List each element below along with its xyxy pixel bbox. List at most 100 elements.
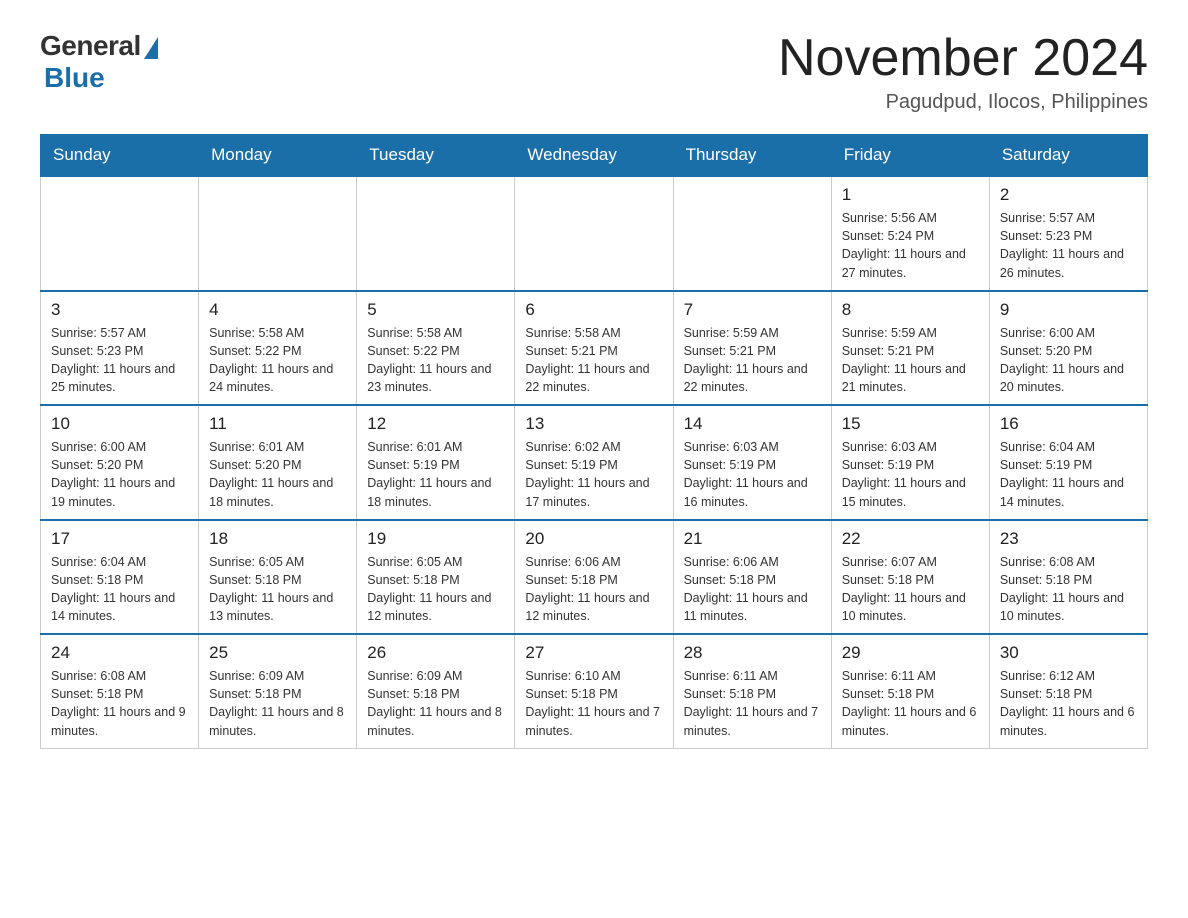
logo: General Blue: [40, 30, 158, 94]
day-info: Sunrise: 6:00 AM Sunset: 5:20 PM Dayligh…: [1000, 324, 1137, 397]
day-info: Sunrise: 5:59 AM Sunset: 5:21 PM Dayligh…: [842, 324, 979, 397]
day-number: 19: [367, 529, 504, 549]
calendar-cell: 7 Sunrise: 5:59 AM Sunset: 5:21 PM Daylig…: [673, 291, 831, 406]
calendar-day-header: Saturday: [989, 135, 1147, 177]
day-number: 22: [842, 529, 979, 549]
day-info: Sunrise: 6:05 AM Sunset: 5:18 PM Dayligh…: [367, 553, 504, 626]
calendar-cell: 14Sunrise: 6:03 AM Sunset: 5:19 PM Dayli…: [673, 405, 831, 520]
calendar-cell: 1 Sunrise: 5:56 AM Sunset: 5:24 PM Daylig…: [831, 176, 989, 291]
day-number: 26: [367, 643, 504, 663]
page-header: General Blue November 2024 Pagudpud, Ilo…: [40, 30, 1148, 114]
day-number: 14: [684, 414, 821, 434]
day-number: 7: [684, 300, 821, 320]
calendar-cell: 12 Sunrise: 6:01 AM Sunset: 5:19 PM Dayli…: [357, 405, 515, 520]
calendar-cell: 22 Sunrise: 6:07 AM Sunset: 5:18 PM Dayli…: [831, 520, 989, 635]
day-number: 29: [842, 643, 979, 663]
calendar-cell: 16 Sunrise: 6:04 AM Sunset: 5:19 PM Dayli…: [989, 405, 1147, 520]
calendar-cell: 17 Sunrise: 6:04 AM Sunset: 5:18 PM Dayli…: [41, 520, 199, 635]
calendar-cell: 27 Sunrise: 6:10 AM Sunset: 5:18 PM Dayli…: [515, 634, 673, 748]
calendar-cell: 10Sunrise: 6:00 AM Sunset: 5:20 PM Dayli…: [41, 405, 199, 520]
logo-blue-text: Blue: [44, 62, 105, 94]
calendar-cell: [357, 176, 515, 291]
day-info: Sunrise: 5:57 AM Sunset: 5:23 PM Dayligh…: [1000, 209, 1137, 282]
calendar-day-header: Sunday: [41, 135, 199, 177]
day-info: Sunrise: 6:08 AM Sunset: 5:18 PM Dayligh…: [1000, 553, 1137, 626]
calendar-cell: 23Sunrise: 6:08 AM Sunset: 5:18 PM Dayli…: [989, 520, 1147, 635]
day-number: 1: [842, 185, 979, 205]
day-info: Sunrise: 5:58 AM Sunset: 5:22 PM Dayligh…: [209, 324, 346, 397]
day-info: Sunrise: 6:08 AM Sunset: 5:18 PM Dayligh…: [51, 667, 188, 740]
day-info: Sunrise: 5:59 AM Sunset: 5:21 PM Dayligh…: [684, 324, 821, 397]
day-info: Sunrise: 5:56 AM Sunset: 5:24 PM Dayligh…: [842, 209, 979, 282]
calendar-cell: 11 Sunrise: 6:01 AM Sunset: 5:20 PM Dayli…: [199, 405, 357, 520]
day-info: Sunrise: 6:04 AM Sunset: 5:18 PM Dayligh…: [51, 553, 188, 626]
title-block: November 2024 Pagudpud, Ilocos, Philippi…: [778, 30, 1148, 114]
day-number: 13: [525, 414, 662, 434]
calendar-cell: 6 Sunrise: 5:58 AM Sunset: 5:21 PM Daylig…: [515, 291, 673, 406]
day-info: Sunrise: 6:10 AM Sunset: 5:18 PM Dayligh…: [525, 667, 662, 740]
day-info: Sunrise: 6:09 AM Sunset: 5:18 PM Dayligh…: [367, 667, 504, 740]
day-info: Sunrise: 5:58 AM Sunset: 5:21 PM Dayligh…: [525, 324, 662, 397]
day-info: Sunrise: 6:12 AM Sunset: 5:18 PM Dayligh…: [1000, 667, 1137, 740]
day-number: 16: [1000, 414, 1137, 434]
calendar-cell: 2Sunrise: 5:57 AM Sunset: 5:23 PM Daylig…: [989, 176, 1147, 291]
calendar-cell: [673, 176, 831, 291]
week-row: 1 Sunrise: 5:56 AM Sunset: 5:24 PM Daylig…: [41, 176, 1148, 291]
day-number: 4: [209, 300, 346, 320]
calendar-cell: 24 Sunrise: 6:08 AM Sunset: 5:18 PM Dayli…: [41, 634, 199, 748]
day-info: Sunrise: 6:07 AM Sunset: 5:18 PM Dayligh…: [842, 553, 979, 626]
day-info: Sunrise: 6:01 AM Sunset: 5:20 PM Dayligh…: [209, 438, 346, 511]
day-number: 20: [525, 529, 662, 549]
day-number: 5: [367, 300, 504, 320]
calendar-table: SundayMondayTuesdayWednesdayThursdayFrid…: [40, 134, 1148, 749]
logo-triangle-icon: [144, 37, 158, 59]
calendar-cell: 30Sunrise: 6:12 AM Sunset: 5:18 PM Dayli…: [989, 634, 1147, 748]
day-number: 12: [367, 414, 504, 434]
logo-general-text: General: [40, 30, 141, 62]
calendar-cell: 15 Sunrise: 6:03 AM Sunset: 5:19 PM Dayli…: [831, 405, 989, 520]
day-info: Sunrise: 6:00 AM Sunset: 5:20 PM Dayligh…: [51, 438, 188, 511]
calendar-cell: [199, 176, 357, 291]
day-number: 17: [51, 529, 188, 549]
day-number: 3: [51, 300, 188, 320]
calendar-day-header: Thursday: [673, 135, 831, 177]
day-info: Sunrise: 6:09 AM Sunset: 5:18 PM Dayligh…: [209, 667, 346, 740]
week-row: 24 Sunrise: 6:08 AM Sunset: 5:18 PM Dayli…: [41, 634, 1148, 748]
day-info: Sunrise: 6:11 AM Sunset: 5:18 PM Dayligh…: [842, 667, 979, 740]
calendar-cell: 4 Sunrise: 5:58 AM Sunset: 5:22 PM Daylig…: [199, 291, 357, 406]
day-info: Sunrise: 6:04 AM Sunset: 5:19 PM Dayligh…: [1000, 438, 1137, 511]
calendar-cell: 20 Sunrise: 6:06 AM Sunset: 5:18 PM Dayli…: [515, 520, 673, 635]
day-number: 15: [842, 414, 979, 434]
calendar-cell: 8 Sunrise: 5:59 AM Sunset: 5:21 PM Daylig…: [831, 291, 989, 406]
calendar-cell: [41, 176, 199, 291]
calendar-cell: 29 Sunrise: 6:11 AM Sunset: 5:18 PM Dayli…: [831, 634, 989, 748]
day-number: 11: [209, 414, 346, 434]
day-info: Sunrise: 6:05 AM Sunset: 5:18 PM Dayligh…: [209, 553, 346, 626]
day-number: 21: [684, 529, 821, 549]
day-number: 24: [51, 643, 188, 663]
calendar-cell: 3 Sunrise: 5:57 AM Sunset: 5:23 PM Daylig…: [41, 291, 199, 406]
calendar-cell: 28Sunrise: 6:11 AM Sunset: 5:18 PM Dayli…: [673, 634, 831, 748]
calendar-cell: 21Sunrise: 6:06 AM Sunset: 5:18 PM Dayli…: [673, 520, 831, 635]
day-info: Sunrise: 5:58 AM Sunset: 5:22 PM Dayligh…: [367, 324, 504, 397]
day-number: 6: [525, 300, 662, 320]
day-info: Sunrise: 5:57 AM Sunset: 5:23 PM Dayligh…: [51, 324, 188, 397]
calendar-cell: 25Sunrise: 6:09 AM Sunset: 5:18 PM Dayli…: [199, 634, 357, 748]
day-info: Sunrise: 6:03 AM Sunset: 5:19 PM Dayligh…: [842, 438, 979, 511]
calendar-day-header: Tuesday: [357, 135, 515, 177]
day-number: 8: [842, 300, 979, 320]
day-number: 18: [209, 529, 346, 549]
location-subtitle: Pagudpud, Ilocos, Philippines: [778, 91, 1148, 114]
day-info: Sunrise: 6:02 AM Sunset: 5:19 PM Dayligh…: [525, 438, 662, 511]
calendar-cell: 19 Sunrise: 6:05 AM Sunset: 5:18 PM Dayli…: [357, 520, 515, 635]
calendar-cell: 18 Sunrise: 6:05 AM Sunset: 5:18 PM Dayli…: [199, 520, 357, 635]
day-number: 27: [525, 643, 662, 663]
calendar-cell: [515, 176, 673, 291]
day-info: Sunrise: 6:01 AM Sunset: 5:19 PM Dayligh…: [367, 438, 504, 511]
day-info: Sunrise: 6:06 AM Sunset: 5:18 PM Dayligh…: [525, 553, 662, 626]
day-info: Sunrise: 6:11 AM Sunset: 5:18 PM Dayligh…: [684, 667, 821, 740]
calendar-day-header: Wednesday: [515, 135, 673, 177]
calendar-cell: 9Sunrise: 6:00 AM Sunset: 5:20 PM Daylig…: [989, 291, 1147, 406]
calendar-header-row: SundayMondayTuesdayWednesdayThursdayFrid…: [41, 135, 1148, 177]
calendar-day-header: Monday: [199, 135, 357, 177]
